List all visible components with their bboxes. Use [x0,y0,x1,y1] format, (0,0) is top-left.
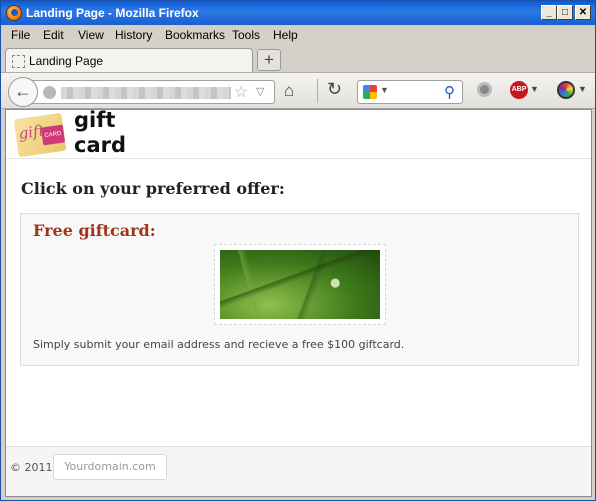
window-title: Landing Page - Mozilla Firefox [26,6,199,20]
title-bar: Landing Page - Mozilla Firefox _ □ ✕ [1,1,595,25]
offer-title[interactable]: Free giftcard: [33,221,156,240]
tab-label: Landing Page [29,54,104,68]
maximize-button[interactable]: □ [557,5,573,20]
offer-image-frame[interactable] [214,244,386,325]
domain-link[interactable]: Yourdomain.com [53,454,167,480]
url-bar[interactable]: ☆ ▽ [31,80,275,104]
home-icon[interactable]: ⌂ [284,81,294,101]
back-arrow-icon: ← [14,81,32,101]
globe-icon [43,86,56,99]
reload-icon[interactable]: ↻ [327,79,342,100]
page-icon [12,55,25,68]
new-tab-button[interactable]: + [257,49,281,71]
logo-tag: CARD [40,124,66,146]
offer-card[interactable]: Free giftcard: Simply submit your email … [20,213,579,366]
color-picker-dropdown-icon[interactable]: ▼ [578,84,587,94]
magnifier-icon[interactable]: ⚲ [444,83,455,101]
menu-view[interactable]: View [78,28,104,42]
tab-bar: Landing Page + [1,45,595,72]
menu-edit[interactable]: Edit [43,28,64,42]
menu-file[interactable]: File [11,28,30,42]
browser-window: Landing Page - Mozilla Firefox _ □ ✕ Fil… [0,0,596,501]
search-engine-dropdown-icon[interactable]: ▼ [380,85,389,95]
search-box[interactable]: ▼ ⚲ [357,80,463,104]
copyright-text: © 2011 [10,461,53,474]
menu-history[interactable]: History [115,28,152,42]
tab-landing-page[interactable]: Landing Page [5,48,253,72]
color-picker-icon[interactable] [557,81,575,99]
site-logo-text[interactable]: gift card [74,109,127,158]
logo-text-line1: gift [74,109,116,132]
star-icon[interactable]: ☆ [234,82,248,102]
close-button[interactable]: ✕ [575,5,591,20]
offer-heading: Click on your preferred offer: [21,179,285,198]
offer-description: Simply submit your email address and rec… [33,338,405,351]
site-footer: © 2011 Yourdomain.com [6,446,591,496]
site-header: gift CARD gift card [6,110,591,159]
offer-image[interactable] [220,250,380,319]
menu-help[interactable]: Help [273,28,298,42]
navigation-toolbar: ☆ ▽ ← ⌂ ↻ ▼ ⚲ ABP ▼ ▼ [1,72,595,109]
page-content: gift CARD gift card Click on your prefer… [5,109,592,497]
google-icon[interactable] [363,85,377,99]
menu-bar: File Edit View History Bookmarks Tools H… [1,25,595,45]
toolbar-separator [317,79,318,103]
url-text-redacted [61,87,231,99]
menu-bookmarks[interactable]: Bookmarks [165,28,225,42]
firefox-icon [6,5,22,21]
minimize-button[interactable]: _ [541,5,557,20]
adblock-dropdown-icon[interactable]: ▼ [530,84,539,94]
menu-tools[interactable]: Tools [232,28,260,42]
adblock-icon[interactable]: ABP [510,81,528,99]
dropdown-arrow-icon[interactable]: ▽ [256,85,264,98]
back-button[interactable]: ← [8,77,38,107]
addon-icon[interactable] [477,82,492,97]
logo-text-line2: card [74,133,127,157]
